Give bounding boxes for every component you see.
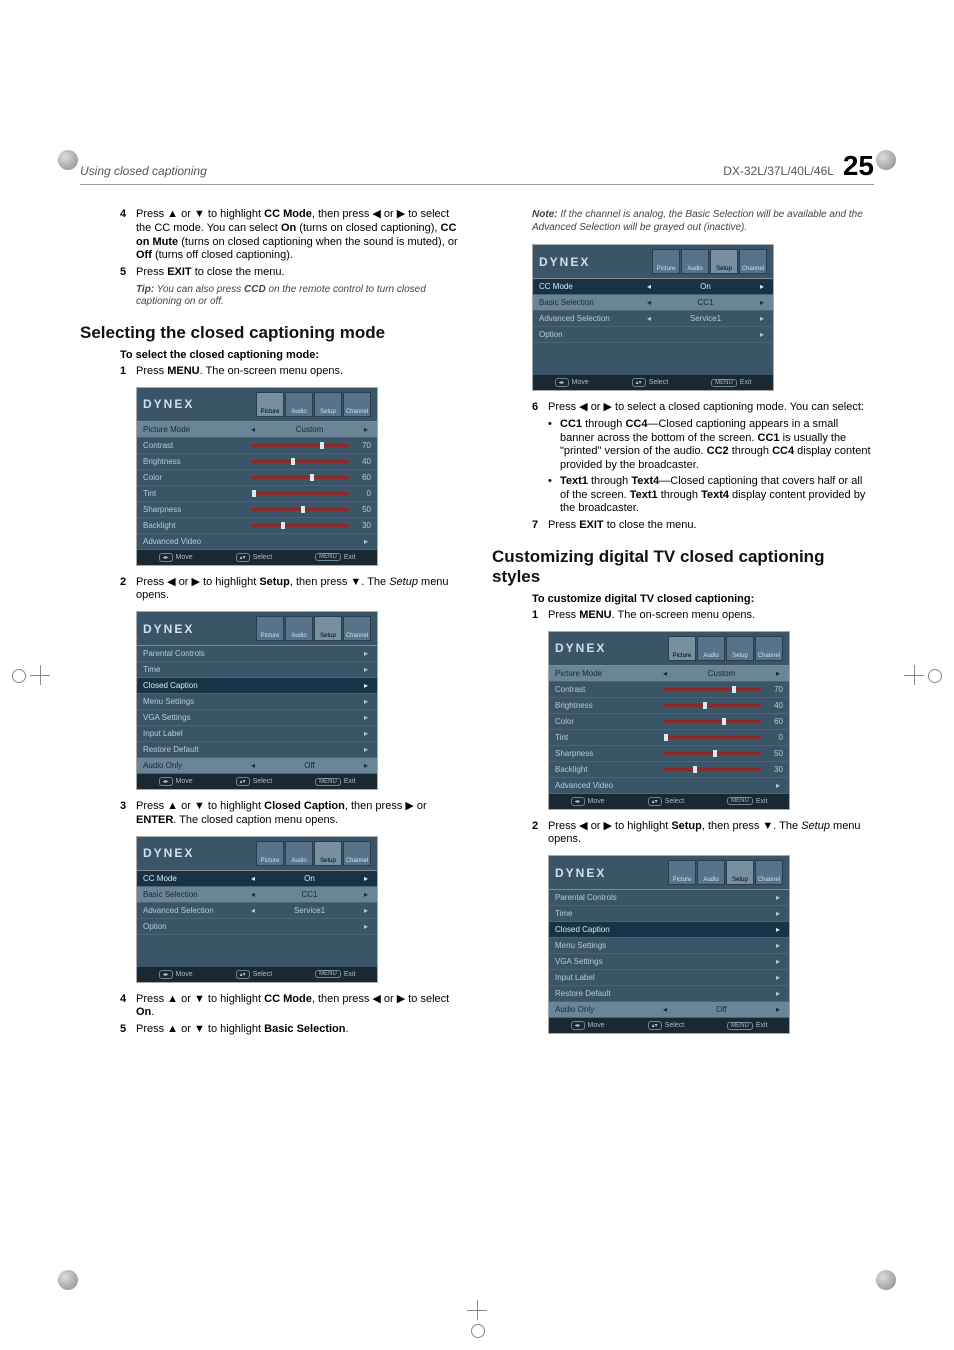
osd-row: Parental Controls▸	[549, 890, 789, 906]
registration-mark-bottom	[467, 1300, 487, 1320]
osd-row: Brightness40	[137, 454, 377, 470]
heading-customizing-cc: Customizing digital TV closed captioning…	[492, 547, 874, 587]
bullet-text1-text4: • Text1 through Text4—Closed captioning …	[548, 475, 874, 516]
osd-tab-setup: Setup	[314, 392, 342, 417]
step-6: 6 Press ◀ or ▶ to select a closed captio…	[532, 401, 874, 415]
osd-row: Option▸	[533, 327, 773, 343]
osd-row: Time▸	[549, 906, 789, 922]
osd-row: VGA Settings▸	[137, 710, 377, 726]
registration-mark-right	[904, 665, 924, 685]
registration-mark-left	[30, 665, 50, 685]
osd-row: Audio Only◂Off▸	[137, 758, 377, 774]
step-4: 4 Press ▲ or ▼ to highlight CC Mode, the…	[120, 993, 462, 1021]
print-corner-tr	[876, 150, 896, 170]
osd-row: Advanced Video▸	[549, 778, 789, 794]
osd-row: Tint0	[137, 486, 377, 502]
osd-tab-picture: Picture	[256, 392, 284, 417]
step-1: 1 Press MENU. The on-screen menu opens.	[120, 365, 462, 379]
osd-row: Menu Settings▸	[137, 694, 377, 710]
osd-row: Brightness40	[549, 698, 789, 714]
osd-row: Input Label▸	[137, 726, 377, 742]
note-analog: Note: If the channel is analog, the Basi…	[532, 209, 874, 234]
osd-row: Restore Default▸	[137, 742, 377, 758]
print-corner-bl	[58, 1270, 78, 1290]
step-2: 2 Press ◀ or ▶ to highlight Setup, then …	[120, 576, 462, 604]
osd-setup-menu-1: DYNEX Picture Audio Setup Channel Parent…	[136, 611, 378, 790]
osd-row: Advanced Video▸	[137, 534, 377, 550]
r-step-2: 2 Press ◀ or ▶ to highlight Setup, then …	[532, 820, 874, 848]
page-number: 25	[843, 150, 874, 181]
osd-row: Time▸	[137, 662, 377, 678]
print-corner-br	[876, 1270, 896, 1290]
osd-tab-audio: Audio	[285, 392, 313, 417]
osd-row: Picture Mode◂Custom▸	[549, 666, 789, 682]
page-header: Using closed captioning DX-32L/37L/40L/4…	[80, 150, 874, 185]
header-right: DX-32L/37L/40L/46L 25	[723, 150, 874, 182]
osd-row: Basic Selection◂CC1▸	[533, 295, 773, 311]
osd-row: Color60	[137, 470, 377, 486]
osd-picture-menu-2: DYNEX Picture Audio Setup Channel Pictur…	[548, 631, 790, 810]
subheading-select-cc: To select the closed captioning mode:	[120, 349, 462, 361]
osd-row: Contrast70	[549, 682, 789, 698]
osd-row: Advanced Selection◂Service1▸	[137, 903, 377, 919]
tip-ccd: Tip: You can also press CCD on the remot…	[136, 284, 462, 309]
osd-row: Advanced Selection◂Service1▸	[533, 311, 773, 327]
osd-tab-channel: Channel	[343, 392, 371, 417]
r-step-1: 1 Press MENU. The on-screen menu opens.	[532, 609, 874, 623]
osd-row: Menu Settings▸	[549, 938, 789, 954]
subheading-customize-cc: To customize digital TV closed captionin…	[532, 593, 874, 605]
step-4-prev: 4 Press ▲ or ▼ to highlight CC Mode, the…	[120, 208, 462, 263]
osd-row: Basic Selection◂CC1▸	[137, 887, 377, 903]
step-5: 5 Press ▲ or ▼ to highlight Basic Select…	[120, 1023, 462, 1037]
header-section: Using closed captioning	[80, 164, 207, 178]
osd-row: Backlight30	[137, 518, 377, 534]
osd-logo: DYNEX	[143, 397, 256, 411]
osd-row: Closed Caption▸	[137, 678, 377, 694]
osd-cc-menu: DYNEX Picture Audio Setup Channel CC Mod…	[136, 836, 378, 983]
print-corner-tl	[58, 150, 78, 170]
osd-row: VGA Settings▸	[549, 954, 789, 970]
osd-row: CC Mode◂On▸	[533, 279, 773, 295]
osd-row: Audio Only◂Off▸	[549, 1002, 789, 1018]
heading-selecting-cc-mode: Selecting the closed captioning mode	[80, 323, 462, 343]
header-model: DX-32L/37L/40L/46L	[723, 164, 833, 178]
osd-row: Closed Caption▸	[549, 922, 789, 938]
osd-picture-menu: DYNEX Picture Audio Setup Channel Pictur…	[136, 387, 378, 566]
step-5-prev: 5 Press EXIT to close the menu.	[120, 266, 462, 280]
osd-row: Option▸	[137, 919, 377, 935]
osd-row: Sharpness50	[549, 746, 789, 762]
step-3: 3 Press ▲ or ▼ to highlight Closed Capti…	[120, 800, 462, 828]
osd-row: Picture Mode◂Custom▸	[137, 422, 377, 438]
osd-row: Restore Default▸	[549, 986, 789, 1002]
osd-row: Sharpness50	[137, 502, 377, 518]
step-7: 7 Press EXIT to close the menu.	[532, 519, 874, 533]
osd-setup-menu-2: DYNEX Picture Audio Setup Channel Parent…	[548, 855, 790, 1034]
osd-row: Input Label▸	[549, 970, 789, 986]
bullet-cc1-cc4: • CC1 through CC4—Closed captioning appe…	[548, 418, 874, 473]
osd-row: Contrast70	[137, 438, 377, 454]
osd-row: Backlight30	[549, 762, 789, 778]
osd-row: Color60	[549, 714, 789, 730]
osd-row: CC Mode◂On▸	[137, 871, 377, 887]
osd-row: Parental Controls▸	[137, 646, 377, 662]
osd-row: Tint0	[549, 730, 789, 746]
osd-cc-menu-right: DYNEX Picture Audio Setup Channel CC Mod…	[532, 244, 774, 391]
